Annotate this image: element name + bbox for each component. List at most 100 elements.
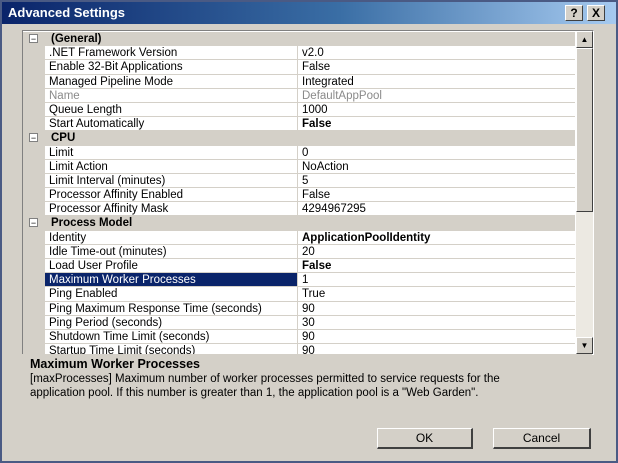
row-gutter	[23, 244, 45, 259]
row-gutter	[23, 202, 45, 217]
scroll-down-arrow-icon[interactable]: ▼	[576, 337, 593, 354]
property-value[interactable]: Integrated	[298, 75, 575, 89]
property-name[interactable]: Ping Maximum Response Time (seconds)	[45, 301, 298, 316]
row-gutter	[23, 230, 45, 245]
property-value[interactable]: 0	[298, 146, 575, 160]
property-value[interactable]: 90	[298, 330, 575, 345]
property-name[interactable]: Limit	[45, 145, 298, 160]
property-row[interactable]: Managed Pipeline Mode Integrated	[23, 74, 575, 89]
category-label: CPU	[51, 132, 76, 145]
property-rows: − (General) .NET Framework Version v2.0 Enab…	[23, 32, 575, 354]
property-value[interactable]: DefaultAppPool	[298, 89, 575, 103]
property-name[interactable]: Processor Affinity Mask	[45, 202, 298, 217]
row-gutter	[23, 102, 45, 118]
property-row[interactable]: Enable 32-Bit Applications False	[23, 60, 575, 75]
row-gutter	[23, 173, 45, 189]
property-row[interactable]: Ping Maximum Response Time (seconds) 90	[23, 301, 575, 316]
property-value[interactable]: 5	[298, 174, 575, 189]
property-name[interactable]: Queue Length	[45, 102, 298, 118]
property-row[interactable]: .NET Framework Version v2.0	[23, 46, 575, 61]
row-gutter	[23, 88, 45, 103]
property-row[interactable]: Identity ApplicationPoolIdentity	[23, 230, 575, 245]
property-value[interactable]: 30	[298, 316, 575, 330]
property-value[interactable]: True	[298, 287, 575, 302]
property-name[interactable]: Limit Interval (minutes)	[45, 173, 298, 189]
property-value[interactable]: 1	[298, 273, 575, 288]
row-gutter	[23, 159, 45, 174]
title-bar[interactable]: Advanced Settings ? X	[2, 2, 616, 24]
description-panel: Maximum Worker Processes [maxProcesses] …	[22, 354, 592, 410]
scroll-thumb[interactable]	[576, 48, 593, 212]
row-gutter	[23, 188, 45, 203]
property-name[interactable]: Limit Action	[45, 159, 298, 174]
help-button[interactable]: ?	[565, 5, 583, 21]
vertical-scrollbar[interactable]: ▲ ▼	[576, 31, 593, 354]
property-value[interactable]: False	[298, 60, 575, 75]
category-label: (General)	[51, 33, 102, 45]
property-row[interactable]: Start Automatically False	[23, 117, 575, 132]
collapse-icon[interactable]: −	[29, 34, 38, 44]
property-name[interactable]: Processor Affinity Enabled	[45, 188, 298, 203]
row-gutter	[23, 117, 45, 132]
row-gutter	[23, 329, 45, 345]
ok-button[interactable]: OK	[377, 428, 473, 449]
category-label: Process Model	[51, 217, 133, 230]
scroll-up-arrow-icon[interactable]: ▲	[576, 31, 593, 48]
property-name[interactable]: .NET Framework Version	[45, 46, 298, 61]
property-value[interactable]: ApplicationPoolIdentity	[298, 231, 575, 245]
property-value[interactable]: False	[298, 117, 575, 132]
property-row[interactable]: Maximum Worker Processes 1	[23, 273, 575, 288]
collapse-icon[interactable]: −	[29, 133, 38, 143]
property-row[interactable]: Processor Affinity Mask 4294967295	[23, 202, 575, 217]
property-row[interactable]: Name DefaultAppPool	[23, 88, 575, 103]
category-row[interactable]: − Process Model	[23, 216, 575, 231]
property-row[interactable]: Limit 0	[23, 145, 575, 160]
property-name[interactable]: Idle Time-out (minutes)	[45, 244, 298, 259]
property-value[interactable]: 20	[298, 245, 575, 259]
property-value[interactable]: 4294967295	[298, 202, 575, 217]
row-gutter	[23, 60, 45, 75]
property-value[interactable]: NoAction	[298, 160, 575, 174]
window-title: Advanced Settings	[8, 5, 126, 20]
property-name[interactable]: Ping Period (seconds)	[45, 315, 298, 330]
property-row[interactable]: Processor Affinity Enabled False	[23, 188, 575, 203]
row-gutter	[23, 74, 45, 89]
property-row[interactable]: Ping Enabled True	[23, 287, 575, 302]
property-value[interactable]: 1000	[298, 103, 575, 118]
property-name[interactable]: Identity	[45, 230, 298, 245]
property-row[interactable]: Ping Period (seconds) 30	[23, 315, 575, 330]
property-name[interactable]: Maximum Worker Processes	[45, 273, 298, 288]
row-gutter	[23, 259, 45, 274]
advanced-settings-dialog: Advanced Settings ? X − (General) .NET Fra…	[0, 0, 618, 463]
property-name[interactable]: Managed Pipeline Mode	[45, 74, 298, 89]
property-name[interactable]: Enable 32-Bit Applications	[45, 60, 298, 75]
property-name[interactable]: Load User Profile	[45, 259, 298, 274]
property-value[interactable]: v2.0	[298, 46, 575, 61]
cancel-button[interactable]: Cancel	[493, 428, 591, 449]
property-value[interactable]: False	[298, 259, 575, 274]
property-row[interactable]: Limit Interval (minutes) 5	[23, 173, 575, 189]
row-gutter	[23, 273, 45, 288]
row-gutter	[23, 46, 45, 61]
description-title: Maximum Worker Processes	[30, 357, 200, 371]
property-name[interactable]: Shutdown Time Limit (seconds)	[45, 329, 298, 345]
property-row[interactable]: Shutdown Time Limit (seconds) 90	[23, 329, 575, 345]
row-gutter	[23, 287, 45, 302]
property-row[interactable]: Load User Profile False	[23, 259, 575, 274]
property-row[interactable]: Limit Action NoAction	[23, 159, 575, 174]
property-name[interactable]: Start Automatically	[45, 117, 298, 132]
property-name[interactable]: Name	[45, 88, 298, 103]
collapse-icon[interactable]: −	[29, 218, 38, 228]
row-gutter	[23, 315, 45, 330]
description-text: [maxProcesses] Maximum number of worker …	[30, 373, 500, 399]
row-gutter	[23, 145, 45, 160]
category-row[interactable]: − CPU	[23, 131, 575, 146]
close-button[interactable]: X	[587, 5, 605, 21]
property-row[interactable]: Idle Time-out (minutes) 20	[23, 244, 575, 259]
category-row[interactable]: − (General)	[23, 32, 575, 47]
property-grid[interactable]: − (General) .NET Framework Version v2.0 Enab…	[22, 30, 594, 355]
property-value[interactable]: 90	[298, 302, 575, 316]
property-name[interactable]: Ping Enabled	[45, 287, 298, 302]
property-row[interactable]: Queue Length 1000	[23, 102, 575, 118]
property-value[interactable]: False	[298, 188, 575, 203]
